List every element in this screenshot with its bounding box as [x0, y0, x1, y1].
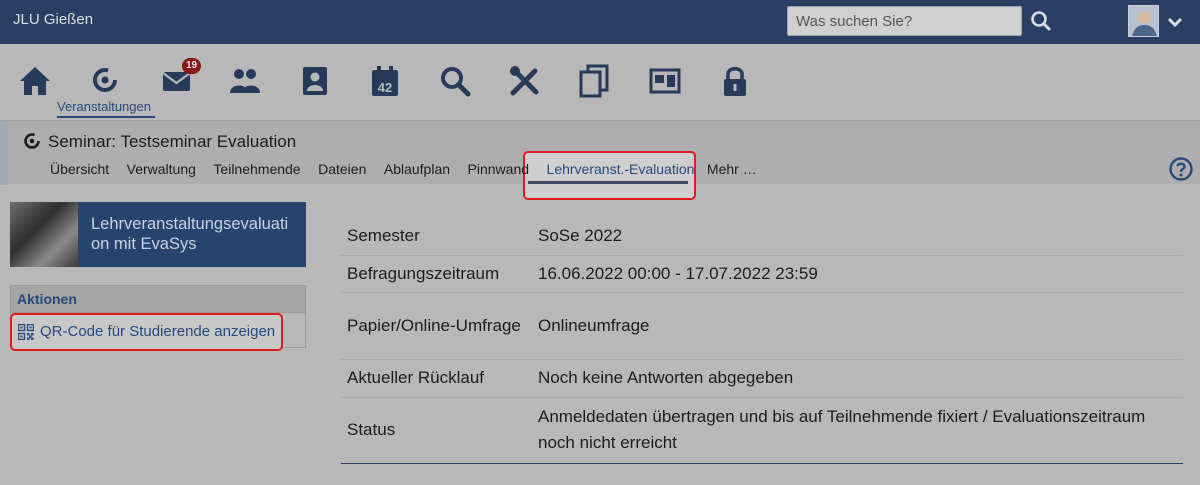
context-accent-bar	[0, 121, 8, 185]
lock-icon[interactable]	[717, 63, 753, 99]
courses-icon[interactable]	[88, 63, 124, 99]
detail-label-papier-online: Papier/Online-Umfrage	[347, 315, 521, 335]
table-row: Aktueller Rücklauf Noch keine Antworten …	[341, 359, 1183, 397]
search-icon[interactable]	[437, 63, 473, 99]
detail-value-befragungszeitraum: 16.06.2022 00:00 - 17.07.2022 23:59	[538, 263, 818, 283]
banner-text: Lehrveranstaltungsevaluation mit EvaSys	[91, 215, 289, 253]
detail-value-ruecklauf: Noch keine Antworten abgegeben	[538, 368, 794, 387]
messages-badge: 19	[182, 58, 201, 74]
tab-dateien[interactable]: Dateien	[318, 161, 366, 177]
course-title: Seminar: Testseminar Evaluation	[48, 132, 297, 151]
calendar-day-label: 42	[378, 80, 392, 95]
detail-label-status: Status	[347, 420, 396, 439]
course-icon	[22, 131, 42, 151]
table-row: Status Anmeldedaten übertragen und bis a…	[341, 397, 1183, 463]
detail-label-semester: Semester	[347, 226, 420, 246]
avatar[interactable]	[1128, 5, 1159, 37]
tab-mehr[interactable]: Mehr …	[707, 161, 757, 177]
tab-lehrveranst-evaluation[interactable]: Lehrveranst.-Evaluation	[547, 161, 695, 177]
tab-ablaufplan[interactable]: Ablaufplan	[384, 161, 450, 177]
qr-code-action[interactable]: QR-Code für Studierende anzeigen	[10, 313, 283, 351]
home-icon[interactable]	[17, 63, 53, 99]
detail-value-papier-online: Onlineumfrage	[538, 315, 650, 335]
profile-icon[interactable]	[297, 63, 333, 99]
nav-active-label[interactable]: Veranstaltungen	[57, 99, 151, 114]
search-icon[interactable]	[1028, 8, 1054, 34]
actions-title: Aktionen	[11, 286, 305, 313]
tools-icon[interactable]	[507, 63, 543, 99]
nav-active-underline	[57, 116, 155, 118]
course-tabs: Übersicht Verwaltung Teilnehmende Dateie…	[50, 161, 774, 177]
detail-value-status: Anmeldedaten übertragen und bis auf Teil…	[538, 407, 1146, 452]
tab-verwaltung[interactable]: Verwaltung	[127, 161, 196, 177]
active-tab-underline	[528, 181, 688, 184]
evasys-banner: Lehrveranstaltungsevaluation mit EvaSys	[10, 202, 306, 267]
community-icon[interactable]	[227, 63, 263, 99]
admin-icon[interactable]	[647, 63, 683, 99]
evaluation-details-table: Semester SoSe 2022 Befragungszeitraum 16…	[341, 218, 1183, 464]
detail-label-ruecklauf: Aktueller Rücklauf	[347, 368, 485, 387]
brand-label[interactable]: JLU Gießen	[13, 11, 93, 28]
chevron-down-icon[interactable]	[1165, 12, 1185, 32]
help-icon[interactable]	[1169, 157, 1193, 181]
top-bar: JLU Gießen	[0, 0, 1200, 44]
table-row: Papier/Online-Umfrage Onlineumfrage	[341, 292, 1183, 359]
table-row: Semester SoSe 2022	[341, 218, 1183, 255]
qr-code-icon	[17, 323, 35, 341]
files-icon[interactable]	[576, 63, 612, 99]
table-row: Befragungszeitraum 16.06.2022 00:00 - 17…	[341, 255, 1183, 292]
detail-value-semester: SoSe 2022	[538, 226, 623, 246]
main-navigation: Veranstaltungen 19 42	[0, 44, 1200, 120]
tab-pinnwand[interactable]: Pinnwand	[468, 161, 530, 177]
qr-code-action-label[interactable]: QR-Code für Studierende anzeigen	[40, 323, 275, 340]
banner-photo	[10, 202, 78, 267]
schedule-icon[interactable]: 42	[367, 63, 403, 99]
tab-uebersicht[interactable]: Übersicht	[50, 161, 109, 177]
search-input[interactable]	[787, 6, 1022, 36]
detail-label-befragungszeitraum: Befragungszeitraum	[347, 263, 500, 283]
tab-teilnehmende[interactable]: Teilnehmende	[213, 161, 300, 177]
